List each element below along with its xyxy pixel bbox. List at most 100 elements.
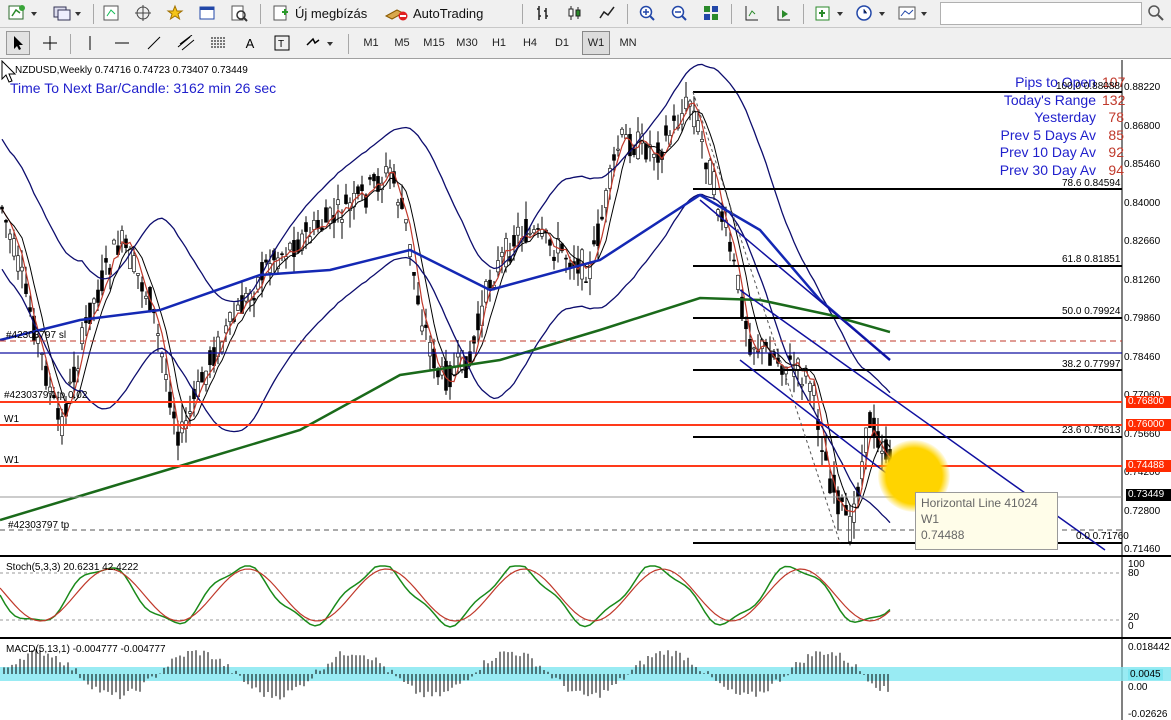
price-axis-tick: 0.72800	[1124, 506, 1161, 517]
candle-body	[424, 324, 428, 328]
price-axis-tick: 0.78460	[1124, 352, 1161, 363]
separator	[522, 4, 523, 24]
separator	[348, 34, 349, 54]
tooltip-line: 0.74488	[921, 528, 965, 542]
macd-tag: 0.0045	[1128, 669, 1163, 680]
candle-body	[860, 461, 864, 480]
candle-body	[672, 115, 676, 121]
vertical-line-icon[interactable]	[78, 31, 102, 55]
candle-body	[800, 384, 804, 387]
candle-body	[664, 125, 668, 136]
price-axis-tick: 0.86800	[1124, 121, 1161, 132]
cursor-tool-icon[interactable]	[6, 31, 30, 55]
timeframe-m5[interactable]: M5	[388, 31, 416, 55]
horizontal-line-icon[interactable]	[110, 31, 134, 55]
candle-body	[100, 270, 104, 292]
autotrading-button[interactable]: AutoTrading	[378, 1, 514, 25]
stoch-title: Stoch(5,3,3) 20.6231 42.4222	[6, 562, 139, 573]
candle-body	[68, 381, 72, 384]
fib-level-label: 100.0 0.88088	[1056, 81, 1120, 92]
candle-body	[412, 271, 416, 276]
fib-level-label: 38.2 0.77997	[1062, 359, 1121, 370]
candle-body	[56, 408, 60, 420]
search-icon[interactable]	[1144, 1, 1168, 24]
timeframe-h1[interactable]: H1	[485, 31, 513, 55]
candlestick-icon[interactable]	[562, 1, 588, 25]
candle-body	[704, 162, 708, 170]
tile-windows-icon[interactable]	[698, 1, 724, 25]
tooltip-line: Horizontal Line 41024	[921, 496, 1038, 510]
candle-body	[488, 279, 492, 289]
terminal-icon[interactable]	[194, 1, 220, 25]
autoscroll-icon[interactable]	[770, 1, 796, 25]
candle-body	[356, 186, 360, 194]
candle-body	[160, 353, 164, 358]
periods-icon[interactable]	[852, 1, 892, 25]
candle-body	[164, 374, 168, 380]
stoch-level: 0	[1128, 621, 1134, 632]
profiles-icon[interactable]	[48, 1, 88, 25]
search-input[interactable]	[940, 2, 1142, 25]
market-watch-icon[interactable]	[98, 1, 124, 25]
line-chart-icon[interactable]	[594, 1, 620, 25]
trendline-icon[interactable]	[142, 31, 166, 55]
chart-window[interactable]: NZDUSD,Weekly 0.74716 0.74723 0.73407 0.…	[0, 60, 1171, 720]
zoom-in-icon[interactable]	[634, 1, 660, 25]
bar-timer: Time To Next Bar/Candle: 3162 min 26 sec	[10, 80, 277, 96]
timeframe-d1[interactable]: D1	[548, 31, 576, 55]
mt4-window: Új megbízás AutoTrading A T M1 M5 M15 M3…	[0, 0, 1171, 720]
new-order-button[interactable]: Új megbízás	[266, 1, 372, 25]
pips-label: Yesterday	[1034, 109, 1096, 125]
candle-body	[584, 281, 588, 283]
separator	[803, 4, 804, 24]
candle-body	[144, 295, 148, 299]
pips-value: 85	[1108, 126, 1124, 143]
chart-title-text: NZDUSD,Weekly 0.74716 0.74723 0.73407 0.…	[15, 65, 248, 76]
pips-value: 94	[1108, 161, 1124, 178]
candle-body	[188, 411, 192, 414]
timeframe-m30[interactable]: M30	[452, 31, 482, 55]
new-chart-icon[interactable]	[4, 1, 44, 25]
macd-axis-tick: 0.018442	[1128, 642, 1170, 653]
new-order-label: Új megbízás	[295, 5, 368, 21]
candle-body	[600, 216, 604, 220]
candle-body	[304, 222, 308, 232]
fibonacci-icon[interactable]	[206, 31, 230, 55]
price-axis-tick: 0.84000	[1124, 198, 1161, 209]
arrows-tool-icon[interactable]	[302, 31, 340, 55]
channel-icon[interactable]	[174, 31, 198, 55]
candle-body	[24, 283, 28, 294]
zoom-out-icon[interactable]	[666, 1, 692, 25]
templates-icon[interactable]	[894, 1, 934, 25]
strategy-tester-icon[interactable]	[226, 1, 252, 25]
indicators-icon[interactable]	[810, 1, 850, 25]
timeframe-w1[interactable]: W1	[582, 31, 610, 55]
crosshair-nav-icon[interactable]	[130, 1, 156, 25]
timeframe-m1[interactable]: M1	[357, 31, 385, 55]
w1-line-label: W1	[4, 455, 19, 466]
bar-chart-icon[interactable]	[530, 1, 556, 25]
candle-body	[384, 166, 388, 174]
timeframe-mn[interactable]: MN	[614, 31, 642, 55]
favorites-icon[interactable]	[162, 1, 188, 25]
candle-body	[404, 219, 408, 224]
autotrading-label: AutoTrading	[413, 5, 484, 21]
candle-body	[136, 273, 140, 276]
crosshair-tool-icon[interactable]	[38, 31, 62, 55]
pips-row: Yesterday 78	[974, 109, 1124, 127]
candle-body	[620, 128, 624, 135]
candle-body	[548, 239, 552, 246]
pips-row: Today's Range 132	[974, 92, 1126, 110]
price-tag-line: 0.76800	[1126, 396, 1171, 408]
candle-body	[752, 347, 756, 350]
candle-body	[416, 295, 420, 305]
text-label-icon[interactable]: T	[270, 31, 294, 55]
candle-body	[840, 496, 844, 502]
separator	[731, 4, 732, 24]
timeframe-m15[interactable]: M15	[419, 31, 449, 55]
candle-body	[532, 229, 536, 234]
chart-shift-icon[interactable]	[738, 1, 764, 25]
text-tool-icon[interactable]: A	[238, 31, 262, 55]
timeframe-h4[interactable]: H4	[516, 31, 544, 55]
candle-body	[728, 241, 732, 252]
